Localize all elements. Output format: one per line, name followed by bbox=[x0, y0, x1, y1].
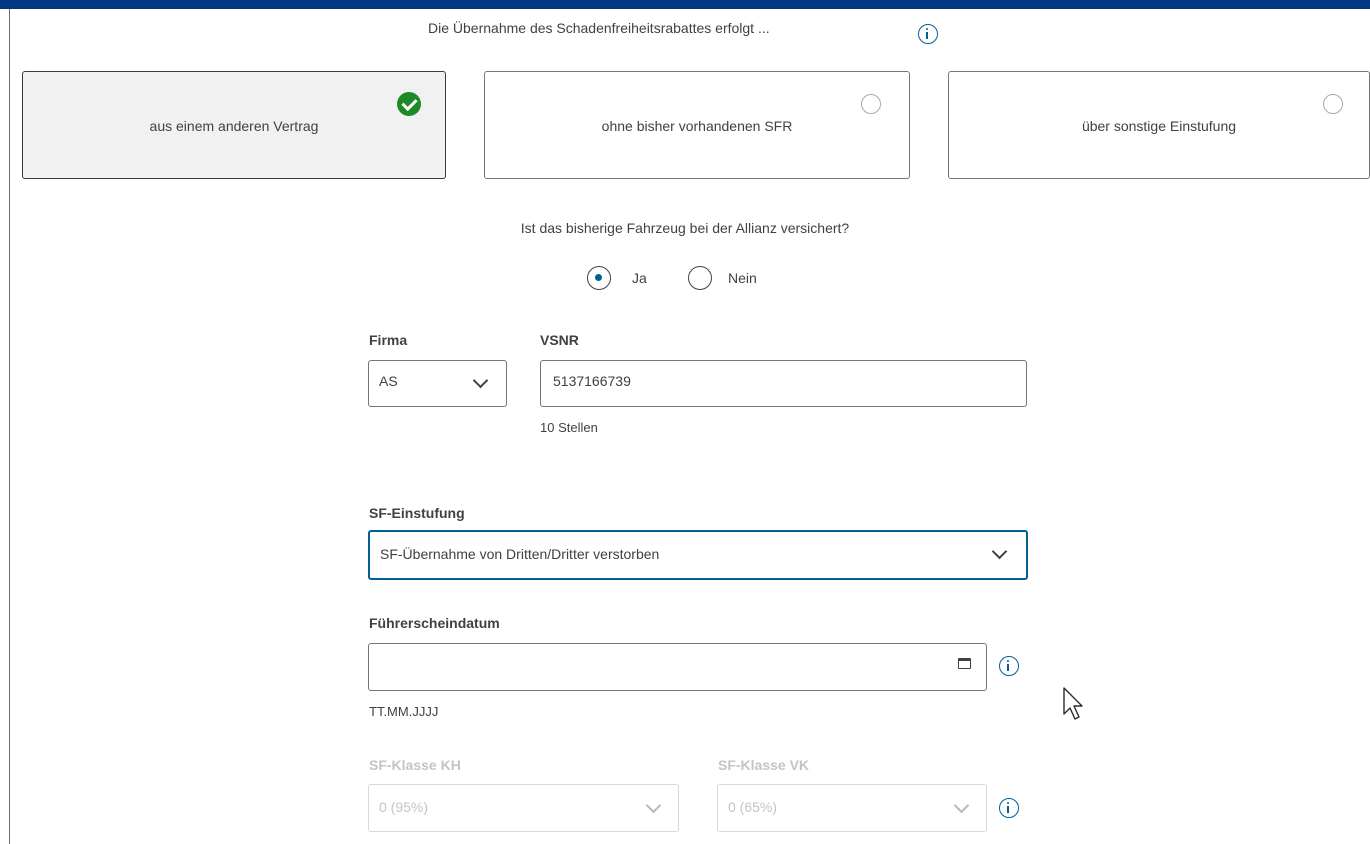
sf-einstufung-label: SF-Einstufung bbox=[369, 505, 465, 521]
sf-einstufung-select[interactable]: SF-Übernahme von Dritten/Dritter verstor… bbox=[368, 530, 1028, 580]
fuehrerscheindatum-input[interactable] bbox=[368, 643, 987, 691]
radio-nein[interactable] bbox=[688, 266, 712, 290]
chevron-down-icon bbox=[645, 797, 662, 814]
radio-selected-dot bbox=[595, 274, 602, 281]
radio-ja-label[interactable]: Ja bbox=[632, 270, 647, 286]
chevron-down-icon bbox=[953, 797, 970, 814]
fuehrerscheindatum-hint: TT.MM.JJJJ bbox=[369, 704, 439, 719]
radio-ja[interactable] bbox=[587, 266, 611, 290]
sf-einstufung-value: SF-Übernahme von Dritten/Dritter verstor… bbox=[380, 546, 660, 562]
left-border-line bbox=[9, 9, 10, 844]
top-header-bar bbox=[0, 0, 1370, 9]
sf-klasse-vk-label: SF-Klasse VK bbox=[718, 757, 810, 773]
sfr-intro: Die Übernahme des Schadenfreiheitsrabatt… bbox=[0, 14, 1370, 54]
option-card-sonstige-einstufung[interactable]: über sonstige Einstufung bbox=[948, 71, 1370, 179]
checkmark-icon bbox=[397, 92, 421, 116]
firma-value: AS bbox=[379, 373, 398, 389]
sf-klasse-vk-value: 0 (65%) bbox=[728, 799, 778, 815]
vsnr-value: 5137166739 bbox=[553, 373, 631, 389]
allianz-question: Ist das bisherige Fahrzeug bei der Allia… bbox=[520, 220, 850, 236]
option-label: über sonstige Einstufung bbox=[1081, 118, 1237, 134]
chevron-down-icon bbox=[472, 372, 489, 389]
info-icon[interactable] bbox=[999, 656, 1019, 676]
option-label: aus einem anderen Vertrag bbox=[149, 118, 319, 134]
option-label: ohne bisher vorhandenen SFR bbox=[601, 118, 793, 134]
firma-label: Firma bbox=[369, 332, 408, 348]
sf-klasse-kh-select: 0 (95%) bbox=[368, 784, 679, 832]
chevron-down-icon bbox=[991, 543, 1008, 560]
option-card-ohne-sfr[interactable]: ohne bisher vorhandenen SFR bbox=[484, 71, 910, 179]
sf-klasse-vk-select: 0 (65%) bbox=[717, 784, 987, 832]
radio-nein-label[interactable]: Nein bbox=[728, 270, 757, 286]
fuehrerscheindatum-label: Führerscheindatum bbox=[369, 615, 500, 631]
info-icon[interactable] bbox=[999, 798, 1019, 818]
mouse-cursor-icon bbox=[1063, 687, 1083, 720]
vsnr-label: VSNR bbox=[540, 332, 579, 348]
sfr-intro-text: Die Übernahme des Schadenfreiheitsrabatt… bbox=[428, 20, 770, 36]
calendar-icon[interactable] bbox=[958, 658, 971, 669]
sf-klasse-kh-value: 0 (95%) bbox=[379, 799, 429, 815]
info-icon[interactable] bbox=[918, 24, 938, 44]
vsnr-hint: 10 Stellen bbox=[540, 420, 598, 435]
vsnr-input[interactable]: 5137166739 bbox=[540, 360, 1027, 407]
radio-empty-icon bbox=[1323, 94, 1343, 114]
firma-select[interactable]: AS bbox=[368, 360, 507, 407]
option-card-anderer-vertrag[interactable]: aus einem anderen Vertrag bbox=[22, 71, 446, 179]
radio-empty-icon bbox=[861, 94, 881, 114]
sf-klasse-kh-label: SF-Klasse KH bbox=[369, 757, 461, 773]
